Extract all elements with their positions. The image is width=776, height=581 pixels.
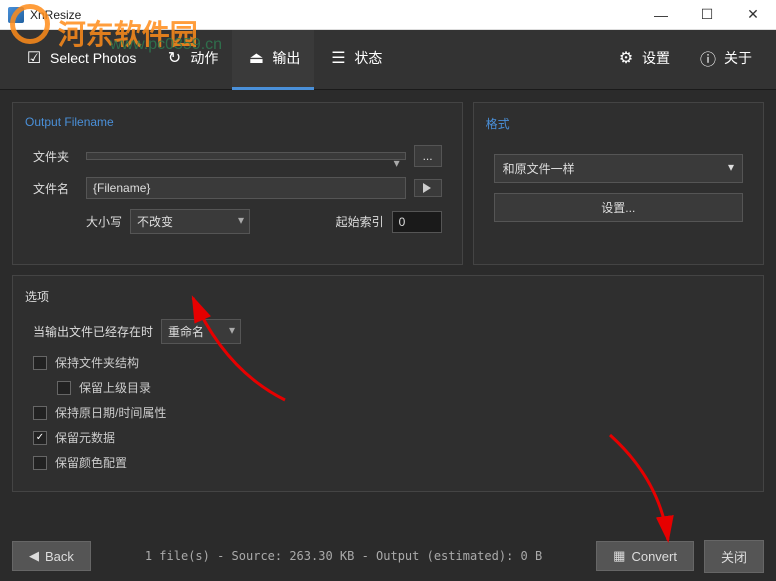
tab-output[interactable]: ⏏ 输出 bbox=[232, 30, 314, 90]
folder-label: 文件夹 bbox=[33, 148, 78, 165]
folder-select[interactable] bbox=[86, 152, 406, 160]
maximize-button[interactable]: ☐ bbox=[684, 0, 730, 30]
filename-template-button[interactable] bbox=[414, 179, 442, 197]
keep-metadata-checkbox[interactable] bbox=[33, 431, 47, 445]
start-index-label: 起始索引 bbox=[336, 213, 384, 230]
output-icon: ⏏ bbox=[246, 48, 266, 68]
keep-parent-dir-label: 保留上级目录 bbox=[79, 379, 151, 396]
tab-action[interactable]: ↻ 动作 bbox=[150, 30, 232, 90]
back-arrow-icon: ◀ bbox=[29, 548, 39, 564]
tab-label: 动作 bbox=[190, 48, 218, 68]
tab-select-photos[interactable]: ☑ Select Photos bbox=[10, 30, 150, 90]
info-icon: ⓘ bbox=[698, 48, 718, 68]
keep-color-profile-label: 保留颜色配置 bbox=[55, 454, 127, 471]
keep-date-time-label: 保持原日期/时间属性 bbox=[55, 404, 166, 421]
filename-input[interactable] bbox=[86, 177, 406, 199]
gear-icon: ⚙ bbox=[616, 48, 636, 68]
photos-icon: ☑ bbox=[24, 48, 44, 68]
keep-folder-structure-checkbox[interactable] bbox=[33, 356, 47, 370]
when-exists-label: 当输出文件已经存在时 bbox=[33, 323, 153, 340]
minimize-button[interactable]: — bbox=[638, 0, 684, 30]
tab-status[interactable]: ☰ 状态 bbox=[314, 30, 396, 90]
action-icon: ↻ bbox=[164, 48, 184, 68]
convert-button[interactable]: ▦ Convert bbox=[596, 541, 694, 571]
case-label: 大小写 bbox=[86, 213, 122, 230]
format-settings-button[interactable]: 设置... bbox=[494, 193, 743, 222]
tab-label: 状态 bbox=[354, 48, 382, 68]
close-button[interactable]: 关闭 bbox=[704, 540, 764, 573]
tab-label: 关于 bbox=[724, 48, 752, 68]
filename-label: 文件名 bbox=[33, 180, 78, 197]
app-icon bbox=[8, 7, 24, 23]
case-select[interactable]: 不改变 bbox=[130, 209, 250, 234]
keep-metadata-label: 保留元数据 bbox=[55, 429, 115, 446]
output-filename-title: Output Filename bbox=[25, 115, 450, 129]
options-title: 选项 bbox=[25, 288, 751, 305]
close-window-button[interactable]: ✕ bbox=[730, 0, 776, 30]
keep-color-profile-checkbox[interactable] bbox=[33, 456, 47, 470]
window-title: XnResize bbox=[30, 8, 81, 22]
status-icon: ☰ bbox=[328, 48, 348, 68]
browse-button[interactable]: ... bbox=[414, 145, 442, 167]
start-index-input[interactable] bbox=[392, 211, 442, 233]
back-label: Back bbox=[45, 549, 74, 564]
convert-label: Convert bbox=[631, 549, 677, 564]
tab-settings[interactable]: ⚙ 设置 bbox=[602, 30, 684, 90]
convert-icon: ▦ bbox=[613, 548, 625, 564]
format-select[interactable]: 和原文件一样 bbox=[494, 154, 743, 183]
keep-folder-structure-label: 保持文件夹结构 bbox=[55, 354, 139, 371]
tab-label: 输出 bbox=[272, 48, 300, 68]
keep-parent-dir-checkbox[interactable] bbox=[57, 381, 71, 395]
tab-label: Select Photos bbox=[50, 50, 136, 66]
tab-label: 设置 bbox=[642, 48, 670, 68]
close-label: 关闭 bbox=[721, 547, 747, 566]
back-button[interactable]: ◀ Back bbox=[12, 541, 91, 571]
status-bar: 1 file(s) - Source: 263.30 KB - Output (… bbox=[101, 549, 586, 563]
when-exists-select[interactable]: 重命名 bbox=[161, 319, 241, 344]
format-title: 格式 bbox=[486, 115, 751, 132]
tab-about[interactable]: ⓘ 关于 bbox=[684, 30, 766, 90]
keep-date-time-checkbox[interactable] bbox=[33, 406, 47, 420]
